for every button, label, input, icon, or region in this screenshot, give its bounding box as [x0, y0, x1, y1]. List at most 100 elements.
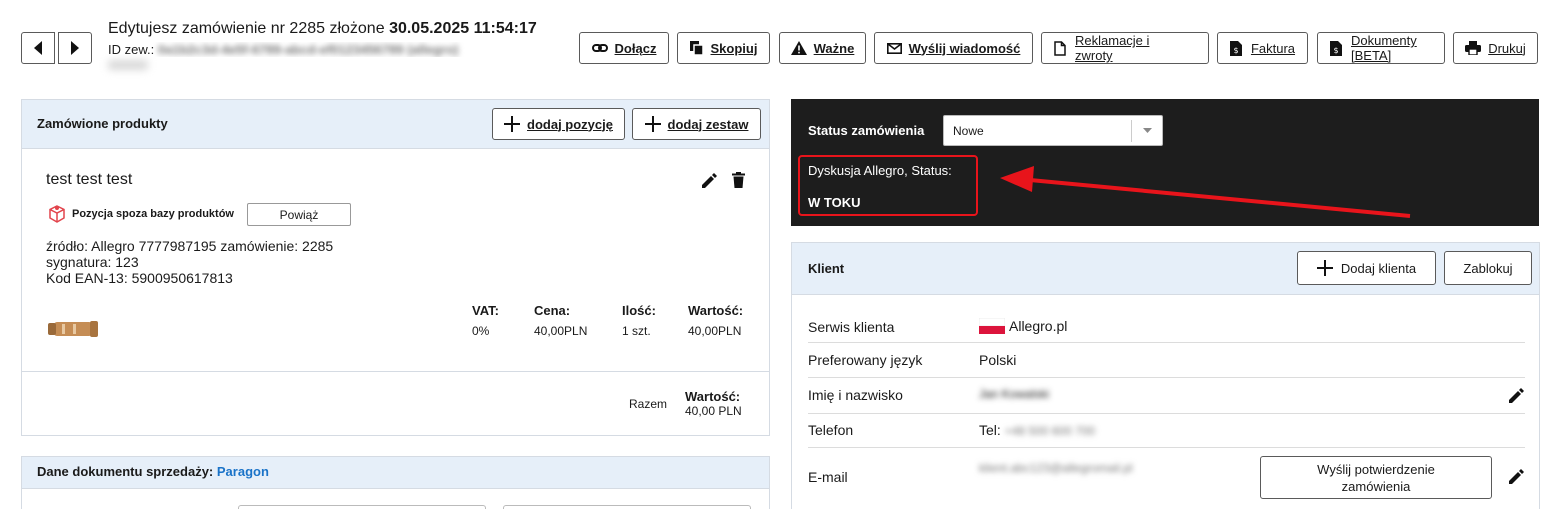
phone-label: Telefon [808, 422, 854, 438]
invoice-button[interactable]: $ Faktura [1217, 32, 1308, 64]
language-value: Polski [979, 352, 1017, 368]
price-value: 40,00PLN [534, 324, 588, 338]
plus-icon [1316, 260, 1333, 276]
complaints-label: Reklamacje i zwroty [1075, 33, 1150, 63]
link-icon [591, 44, 608, 52]
product-name: test test test [46, 171, 133, 188]
email-label: E-mail [808, 469, 848, 485]
edit-email-button[interactable] [1507, 467, 1525, 485]
complaints-button[interactable]: Reklamacje i zwroty [1041, 32, 1209, 64]
language-label: Preferowany język [808, 352, 923, 368]
send-message-label: Wyślij wiadomość [908, 40, 1021, 56]
box-icon [49, 205, 65, 223]
invoice-icon: $ [1330, 40, 1342, 56]
block-client-button[interactable]: Zablokuj [1444, 251, 1532, 285]
service-value-text: Allegro.pl [1009, 318, 1068, 334]
client-row-divider [808, 413, 1525, 414]
products-title: Zamówione produkty [37, 116, 168, 131]
sales-doc-label: Dane dokumentu sprzedaży: [37, 464, 214, 479]
value-label: Wartość: [688, 303, 744, 318]
page-title-prefix: Edytujesz zamówienie nr 2285 złożone [108, 20, 385, 37]
send-message-button[interactable]: Wyślij wiadomość [874, 32, 1033, 64]
attach-label: Dołącz [614, 40, 657, 56]
sales-doc-type-link[interactable]: Paragon [217, 464, 269, 479]
printer-icon [1465, 41, 1482, 55]
edit-product-button[interactable] [700, 171, 718, 189]
trash-icon [731, 172, 745, 188]
status-select-divider [1131, 120, 1132, 142]
email-value: klient.abc123@allegromail.pl [979, 461, 1133, 475]
add-set-label: dodaj zestaw [667, 116, 749, 132]
svg-text:$: $ [1233, 46, 1238, 55]
highlight-arrow-icon [1000, 166, 1411, 218]
outside-db-label: Pozycja spoza bazy produktów [72, 208, 234, 220]
add-client-button[interactable]: Dodaj klienta [1297, 251, 1436, 285]
print-button[interactable]: Drukuj [1453, 32, 1538, 64]
client-row-divider [808, 447, 1525, 448]
phone-prefix: Tel: [979, 422, 1001, 438]
status-select[interactable]: Nowe [943, 115, 1163, 146]
product-image-icon [48, 321, 98, 337]
pencil-icon [1508, 387, 1524, 403]
name-value: Jan Kowalski [979, 387, 1050, 401]
plus-icon [504, 116, 521, 132]
external-id-label: ID zew.: [108, 42, 155, 57]
phone-value: Tel: +48 500 600 700 [979, 422, 1095, 438]
external-id-blur [108, 60, 148, 70]
copy-button[interactable]: Skopiuj [677, 32, 770, 64]
sum-label: Razem [629, 397, 668, 411]
warning-icon [790, 41, 807, 55]
important-button[interactable]: Ważne [779, 32, 866, 64]
document-icon [1054, 40, 1066, 56]
svg-text:$: $ [1333, 46, 1338, 55]
pencil-icon [1508, 468, 1524, 484]
outside-db-badge: Pozycja spoza bazy produktów [48, 205, 234, 223]
invoice-icon: $ [1229, 40, 1242, 56]
qty-label: Ilość: [622, 303, 656, 318]
client-title: Klient [808, 261, 845, 276]
prev-order-button[interactable] [21, 32, 55, 64]
important-label: Ważne [813, 40, 855, 56]
send-confirmation-label: Wyślij potwierdzenie zamówienia [1317, 461, 1435, 494]
service-label: Serwis klienta [808, 319, 895, 335]
documents-button[interactable]: $ Dokumenty [BETA] [1317, 32, 1445, 64]
sum-value-label: Wartość: [685, 389, 741, 404]
value-value: 40,00PLN [688, 324, 742, 338]
sales-doc-field-1[interactable] [238, 505, 486, 509]
delete-product-button[interactable] [729, 171, 747, 189]
qty-value: 1 szt. [622, 324, 651, 338]
vat-value: 0% [472, 324, 490, 338]
next-order-button[interactable] [58, 32, 92, 64]
status-label: Status zamówienia [808, 123, 925, 138]
client-row-divider [808, 342, 1525, 343]
product-signature: sygnatura: 123 [46, 254, 139, 270]
arrow-left-icon [34, 41, 42, 55]
page-title: Edytujesz zamówienie nr 2285 złożone 30.… [108, 20, 537, 38]
sales-doc-title: Dane dokumentu sprzedaży: Paragon [37, 464, 269, 479]
send-confirmation-button[interactable]: Wyślij potwierdzenie zamówienia [1260, 456, 1492, 499]
external-id: ID zew.: 0a1b2c3d-4e5f-6789-abcd-ef01234… [108, 42, 558, 57]
vat-label: VAT: [472, 303, 499, 318]
link-product-button[interactable]: Powiąż [247, 203, 351, 226]
price-label: Cena: [534, 303, 571, 318]
name-label: Imię i nazwisko [808, 387, 903, 403]
arrow-right-icon [71, 41, 79, 55]
discussion-label: Dyskusja Allegro, Status: [808, 163, 952, 178]
chevron-down-icon [1143, 128, 1152, 133]
product-source: źródło: Allegro 7777987195 zamówienie: 2… [46, 238, 334, 254]
add-item-label: dodaj pozycję [527, 116, 613, 132]
pencil-icon [701, 172, 717, 188]
status-select-value: Nowe [953, 124, 984, 138]
envelope-icon [886, 42, 902, 54]
copy-label: Skopiuj [710, 40, 758, 56]
link-product-label: Powiąż [279, 207, 319, 222]
print-label: Drukuj [1488, 40, 1526, 56]
service-value: Allegro.pl [979, 318, 1067, 334]
copy-icon [689, 40, 704, 56]
external-id-value: 0a1b2c3d-4e5f-6789-abcd-ef0123456789 (al… [157, 42, 459, 57]
sales-doc-field-2[interactable] [503, 505, 751, 509]
add-item-button[interactable]: dodaj pozycję [492, 108, 625, 140]
edit-name-button[interactable] [1507, 386, 1525, 404]
attach-button[interactable]: Dołącz [579, 32, 669, 64]
add-set-button[interactable]: dodaj zestaw [632, 108, 761, 140]
